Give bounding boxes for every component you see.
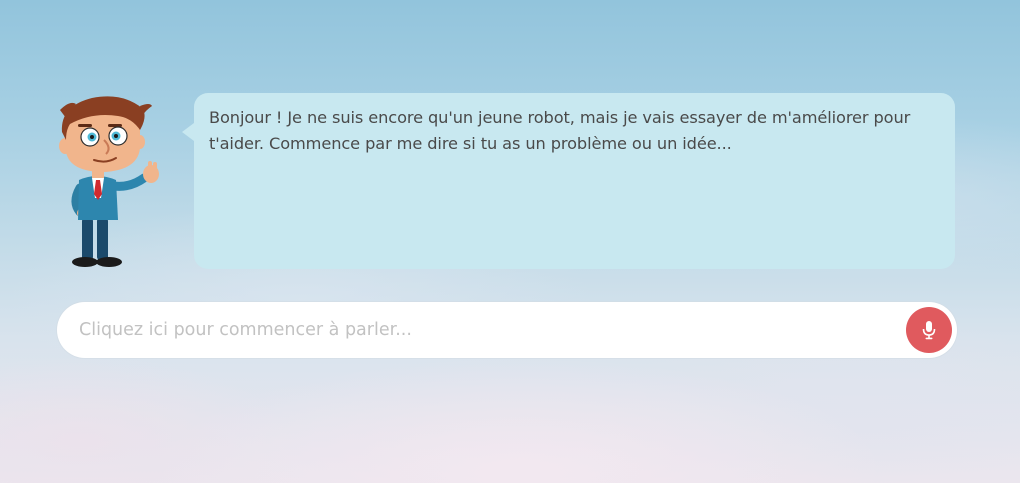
chat-input-bar [57,302,957,358]
chat-screen: Bonjour ! Je ne suis encore qu'un jeune … [0,0,1020,483]
bot-message-text: Bonjour ! Je ne suis encore qu'un jeune … [209,108,911,153]
microphone-icon [922,321,936,340]
cartoon-boy-waving-icon [59,96,159,267]
microphone-button[interactable] [906,307,952,353]
bot-message-bubble: Bonjour ! Je ne suis encore qu'un jeune … [182,93,955,269]
chat-input[interactable] [79,310,899,350]
